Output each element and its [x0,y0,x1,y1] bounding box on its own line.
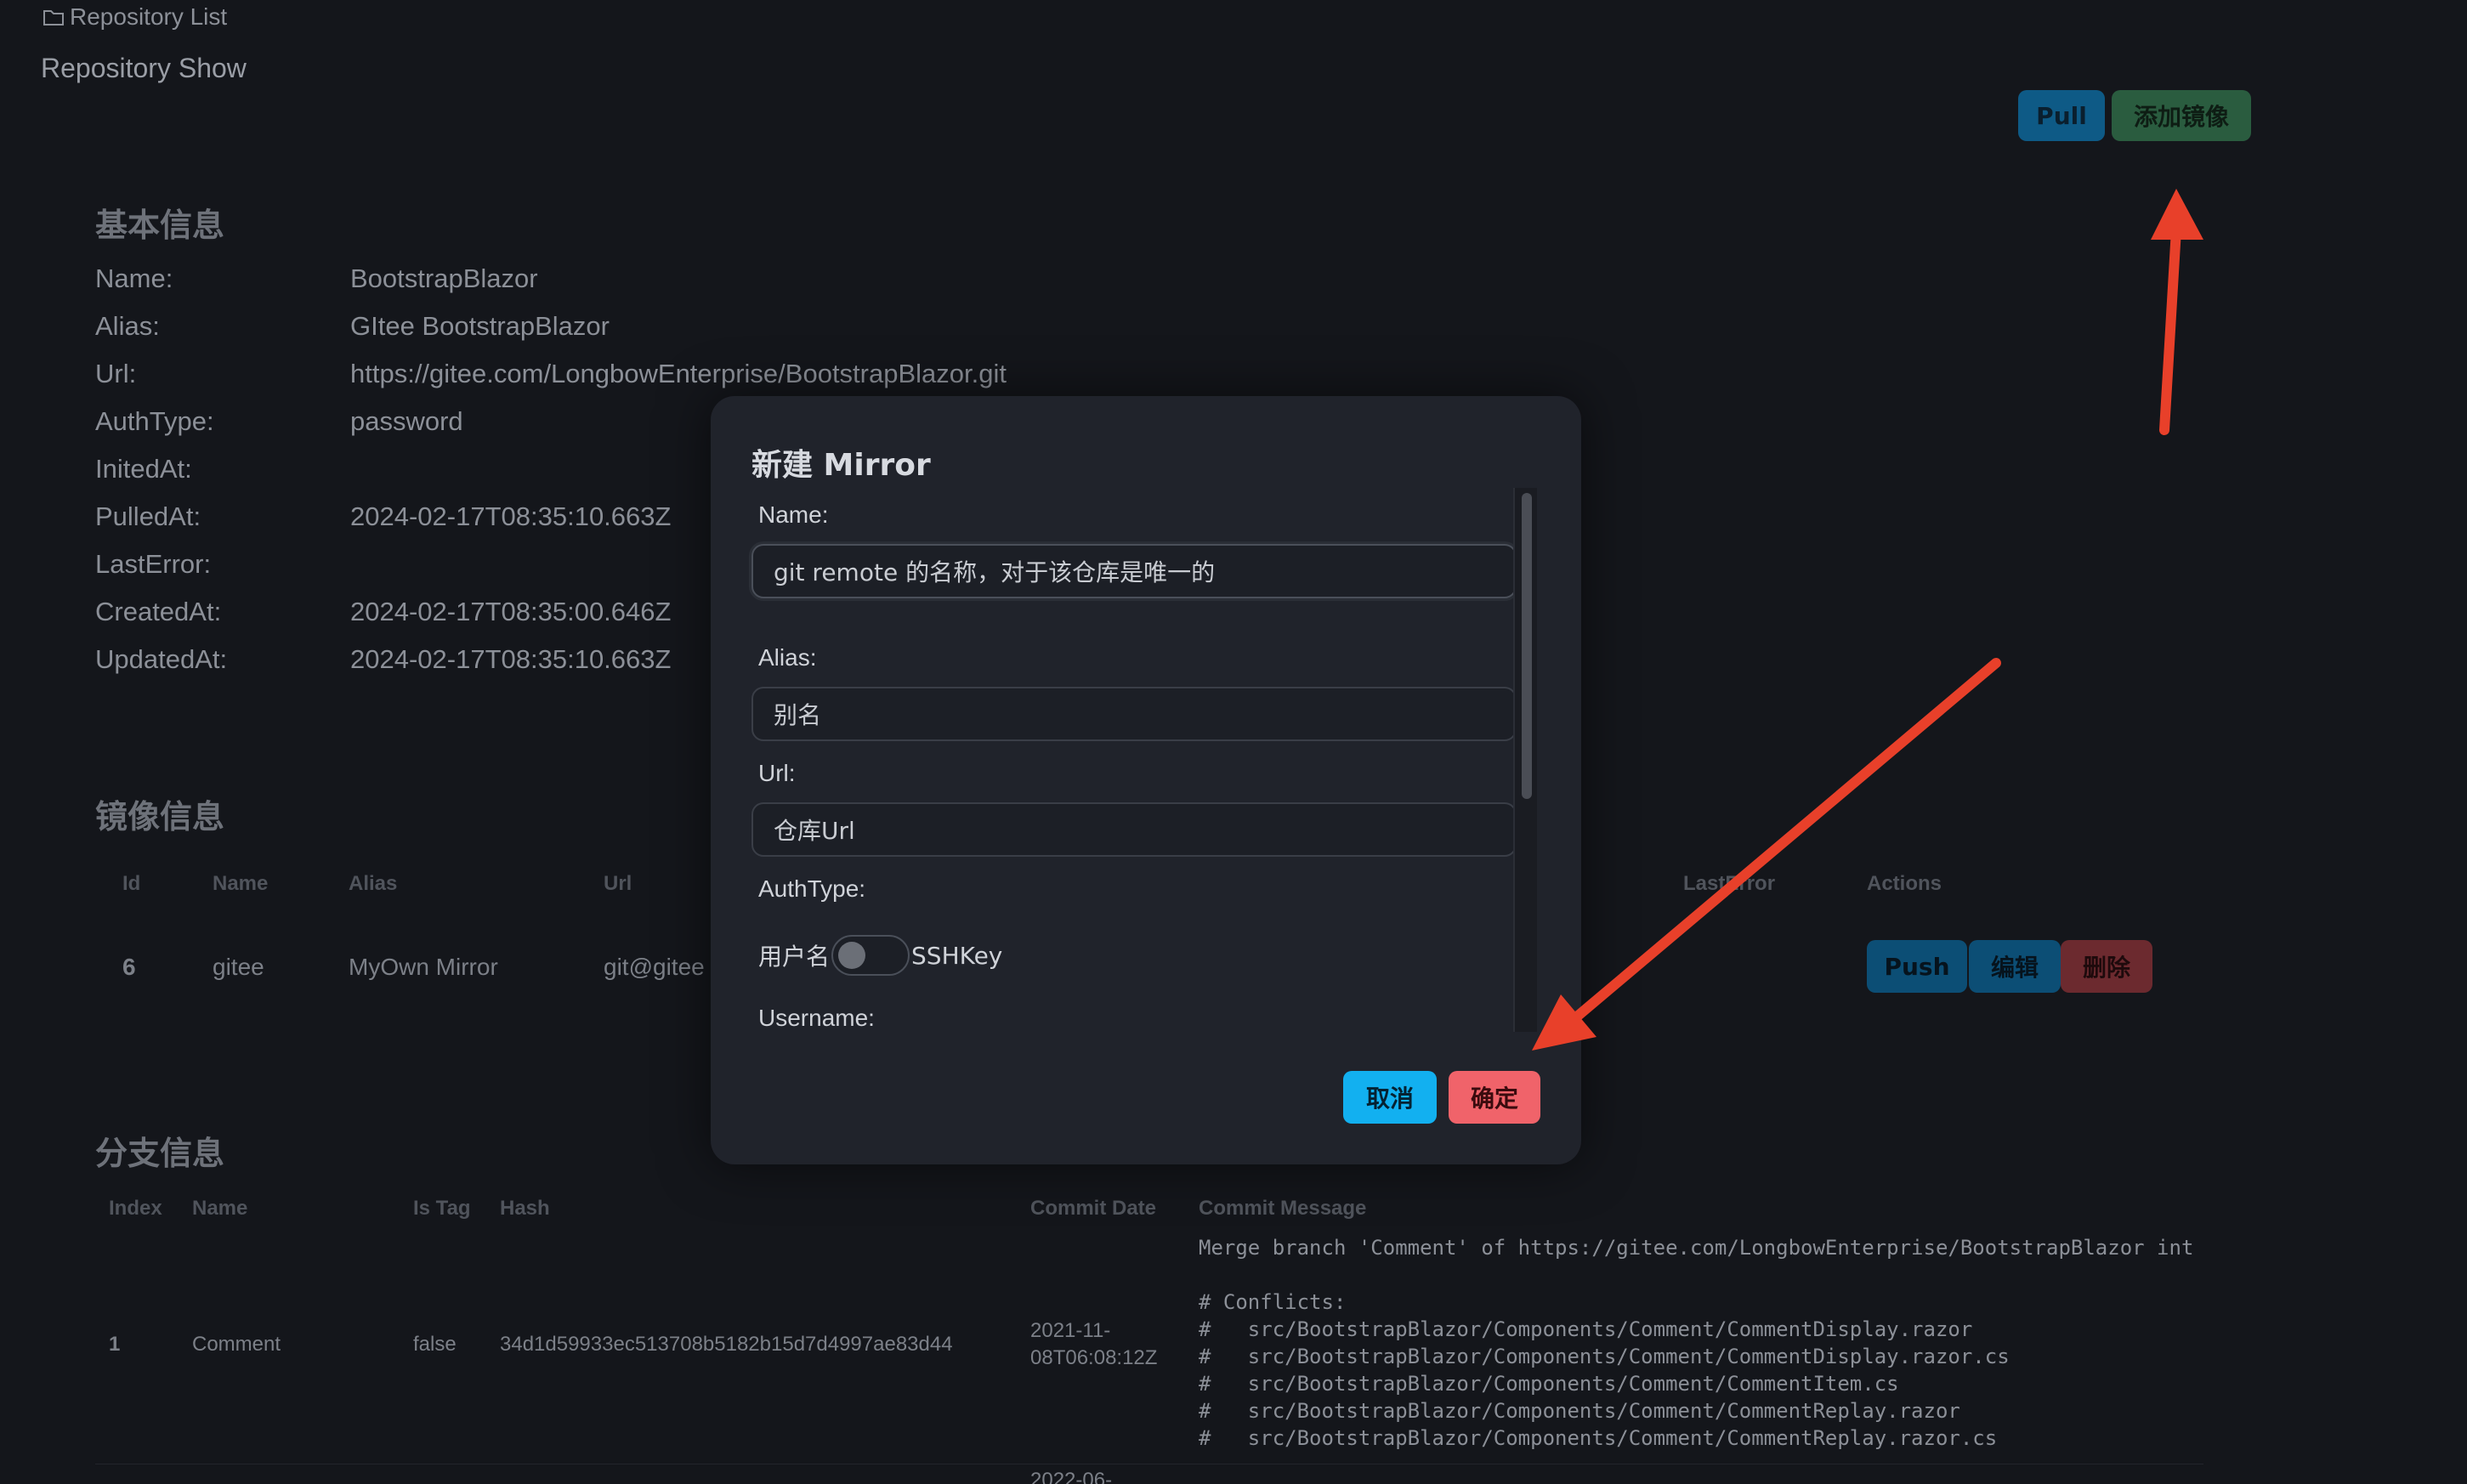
info-key: Url: [95,359,137,388]
info-value: 2024-02-17T08:35:10.663Z [350,501,672,531]
mirror-url: git@gitee [604,954,705,980]
commit-message-line: # src/BootstrapBlazor/Components/Comment… [1199,1317,1973,1341]
col-header-url: Url [604,872,632,895]
info-row: LastError: [95,549,350,580]
col-header-index: Index [109,1197,162,1220]
branch-commit-date-line1: 2021-11- [1030,1319,1111,1342]
info-row: Url: https://gitee.com/LongbowEnterprise/… [95,359,1007,389]
name-label: Name: [758,501,829,528]
next-branch-commit-date: 2022-06- [1030,1469,1113,1484]
breadcrumb-label: Repository List [70,3,228,30]
name-input[interactable]: git remote 的名称，对于该仓库是唯一的 [751,544,1517,598]
toggle-knob [838,942,866,969]
branch-hash: 34d1d59933ec513708b5182b15d7d4997ae83d44 [500,1333,953,1356]
col-header-is-tag: Is Tag [413,1197,471,1220]
col-header-commit-date: Commit Date [1030,1197,1157,1220]
col-header-hash: Hash [500,1197,550,1220]
confirm-button[interactable]: 确定 [1449,1071,1540,1124]
info-key: PulledAt: [95,501,201,531]
authtype-switch-group: 用户名 SSHKey [758,935,1002,976]
url-input[interactable]: 仓库Url [751,802,1517,857]
edit-button[interactable]: 编辑 [1969,940,2061,993]
branch-name: Comment [192,1333,281,1356]
info-row: AuthType: password [95,406,463,437]
info-key: UpdatedAt: [95,644,228,674]
delete-button[interactable]: 删除 [2061,940,2152,993]
scrollbar-thumb[interactable] [1522,493,1532,799]
commit-message-line: # src/BootstrapBlazor/Components/Comment… [1199,1399,1960,1423]
col-header-name: Name [213,872,269,895]
mirror-name: gitee [213,954,264,980]
commit-message-line: # src/BootstrapBlazor/Components/Comment… [1199,1345,2010,1368]
dialog-scrollbar[interactable] [1513,488,1537,1032]
alias-label: Alias: [758,644,817,671]
url-label: Url: [758,760,796,786]
page-title: Repository Show [41,53,247,83]
commit-message: Merge branch 'Comment' of https://gitee.… [1199,1236,2198,1457]
alias-input[interactable]: 别名 [751,687,1517,741]
branch-is-tag: false [413,1333,457,1356]
info-value: 2024-02-17T08:35:10.663Z [350,644,672,674]
authtype-label: AuthType: [758,875,866,902]
dialog-title: 新建 Mirror [751,448,931,483]
folder-icon [43,10,64,25]
mirror-alias: MyOwn Mirror [349,954,498,980]
info-value: 2024-02-17T08:35:00.646Z [350,597,672,626]
info-key: Alias: [95,311,160,341]
info-row: Name: BootstrapBlazor [95,263,538,294]
commit-message-line: Merge branch 'Comment' of https://gitee.… [1199,1236,2194,1260]
branch-commit-date-line2: 08T06:08:12Z [1030,1346,1158,1369]
info-key: CreatedAt: [95,597,222,626]
branch-index: 1 [109,1333,121,1356]
info-value: password [350,406,463,436]
info-value: https://gitee.com/LongbowEnterprise/Boot… [350,359,1007,388]
col-header-name: Name [192,1197,248,1220]
new-mirror-dialog: 新建 Mirror Name: git remote 的名称，对于该仓库是唯一的… [711,396,1581,1164]
info-row: CreatedAt: 2024-02-17T08:35:00.646Z [95,597,671,627]
alias-placeholder: 别名 [774,701,822,729]
basic-info-heading: 基本信息 [95,207,225,244]
info-key: Name: [95,263,173,293]
add-mirror-button[interactable]: 添加镜像 [2112,90,2251,141]
url-placeholder: 仓库Url [774,817,855,845]
authtype-toggle[interactable] [831,935,910,976]
commit-message-line: # src/BootstrapBlazor/Components/Comment… [1199,1426,1998,1450]
push-button[interactable]: Push [1867,940,1967,993]
info-value: BootstrapBlazor [350,263,538,293]
info-row: PulledAt: 2024-02-17T08:35:10.663Z [95,501,671,532]
pull-button[interactable]: Pull [2018,90,2105,141]
auth-sshkey-option: SSHKey [911,941,1003,970]
branch-info-heading: 分支信息 [95,1135,225,1172]
info-value: GItee BootstrapBlazor [350,311,610,341]
info-row: Alias: GItee BootstrapBlazor [95,311,610,342]
breadcrumb[interactable]: Repository List [43,3,227,31]
mirror-info-heading: 镜像信息 [95,798,225,835]
username-label: Username: [758,1005,875,1031]
name-placeholder: git remote 的名称，对于该仓库是唯一的 [774,558,1216,586]
commit-message-line: # src/BootstrapBlazor/Components/Comment… [1199,1372,1899,1396]
col-header-commit-message: Commit Message [1199,1197,1367,1220]
col-header-actions: Actions [1867,872,1942,895]
info-key: LastError: [95,549,212,579]
auth-username-option: 用户名 [758,943,831,971]
col-header-id: Id [122,872,141,895]
commit-message-line: # Conflicts: [1199,1290,1347,1314]
info-row: InitedAt: [95,454,350,484]
info-row: UpdatedAt: 2024-02-17T08:35:10.663Z [95,644,671,675]
mirror-id: 6 [122,954,136,980]
cancel-button[interactable]: 取消 [1343,1071,1437,1124]
info-key: AuthType: [95,406,214,436]
col-header-last-error: LastError [1683,872,1776,895]
col-header-alias: Alias [349,872,398,895]
info-key: InitedAt: [95,454,192,484]
